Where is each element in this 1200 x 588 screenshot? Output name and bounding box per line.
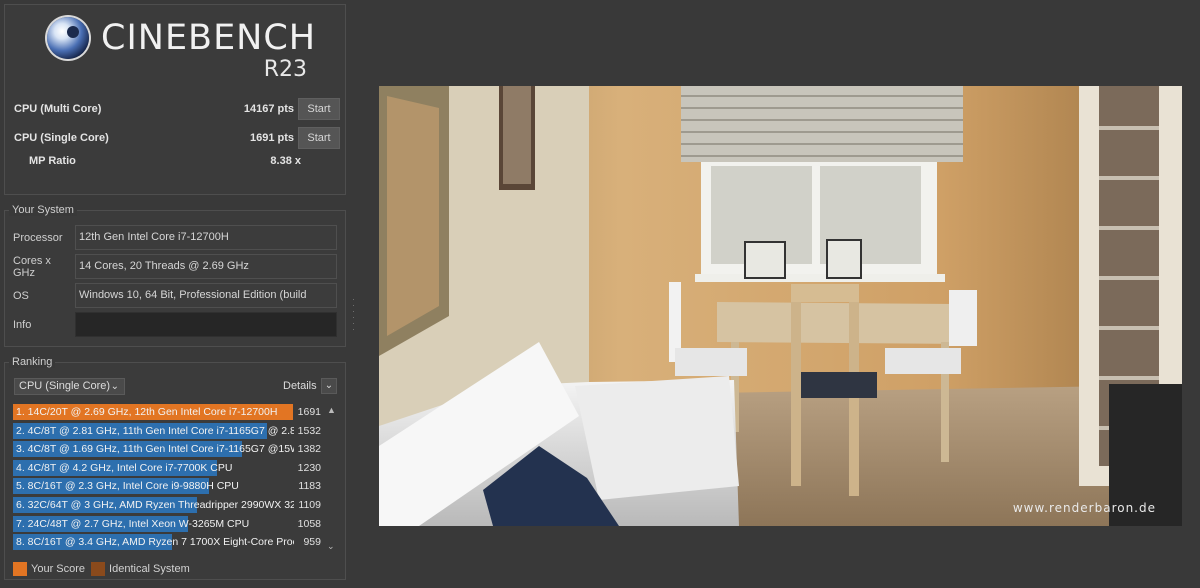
mp-ratio-row: MP Ratio 8.38 x	[29, 155, 301, 167]
cinema4d-logo-icon	[47, 17, 89, 59]
your-score-swatch	[13, 562, 27, 576]
mp-ratio-label: MP Ratio	[29, 155, 76, 167]
your-system-panel: Your System Processor 12th Gen Intel Cor…	[4, 204, 346, 347]
multi-core-label: CPU (Multi Core)	[14, 103, 102, 115]
cinebench-window: CINEBENCH R23 CPU (Multi Core) 14167 pts…	[0, 0, 1200, 588]
ranking-row-score: 1109	[298, 498, 321, 511]
single-core-label: CPU (Single Core)	[14, 132, 109, 144]
ranking-row[interactable]: 7. 24C/48T @ 2.7 GHz, Intel Xeon W-3265M…	[13, 515, 327, 534]
ranking-row-label: 4. 4C/8T @ 4.2 GHz, Intel Core i7-7700K …	[16, 461, 233, 474]
single-core-start-button[interactable]: Start	[298, 127, 340, 149]
scroll-up-icon[interactable]: ▲	[327, 405, 336, 415]
ranking-row-label: 2. 4C/8T @ 2.81 GHz, 11th Gen Intel Core…	[16, 424, 294, 437]
multi-core-row: CPU (Multi Core) 14167 pts Start	[14, 98, 340, 120]
ranking-row-score: 1691	[297, 406, 321, 418]
processor-field: 12th Gen Intel Core i7-12700H	[75, 225, 337, 250]
system-row-info: Info	[13, 312, 337, 337]
your-system-title: Your System	[9, 204, 77, 216]
details-dropdown-button[interactable]: ⌄	[321, 378, 337, 394]
ranking-row-label: 7. 24C/48T @ 2.7 GHz, Intel Xeon W-3265M…	[16, 517, 250, 530]
ranking-row[interactable]: 5. 8C/16T @ 2.3 GHz, Intel Core i9-9880H…	[13, 477, 327, 496]
system-row-cores: Cores x GHz 14 Cores, 20 Threads @ 2.69 …	[13, 254, 337, 279]
ranking-row[interactable]: 4. 4C/8T @ 4.2 GHz, Intel Core i7-7700K …	[13, 459, 327, 478]
ranking-panel: Ranking CPU (Single Core) ⌄ Details ⌄ 1.…	[4, 356, 346, 580]
ranking-row-score: 1183	[298, 480, 321, 493]
ranking-row-label: 8. 8C/16T @ 3.4 GHz, AMD Ryzen 7 1700X E…	[16, 536, 294, 549]
ranking-row[interactable]: 3. 4C/8T @ 1.69 GHz, 11th Gen Intel Core…	[13, 440, 327, 459]
ranking-row-label: 3. 4C/8T @ 1.69 GHz, 11th Gen Intel Core…	[16, 443, 294, 456]
info-input[interactable]	[75, 312, 337, 337]
panel-splitter-handle[interactable]: · · · · · ·	[352, 295, 355, 334]
system-row-processor: Processor 12th Gen Intel Core i7-12700H	[13, 225, 337, 250]
ranking-test-dropdown[interactable]: CPU (Single Core) ⌄	[14, 378, 125, 395]
system-key: Info	[13, 318, 32, 331]
system-key: OS	[13, 289, 29, 302]
system-key: Cores x GHz	[13, 254, 51, 279]
mp-ratio-value: 8.38 x	[270, 155, 301, 167]
identical-system-label: Identical System	[109, 563, 190, 575]
render-watermark: www.renderbaron.de	[1012, 501, 1156, 515]
ranking-title: Ranking	[9, 356, 56, 368]
logo: CINEBENCH	[47, 17, 316, 59]
ranking-row[interactable]: 6. 32C/64T @ 3 GHz, AMD Ryzen Threadripp…	[13, 496, 327, 515]
render-viewport: www.renderbaron.de	[379, 86, 1182, 526]
single-core-score: 1691 pts	[249, 132, 294, 144]
details-label: Details	[283, 380, 317, 392]
ranking-row-score: 1532	[297, 424, 321, 437]
ranking-row-label: 1. 14C/20T @ 2.69 GHz, 12th Gen Intel Co…	[16, 406, 278, 418]
chevron-down-icon: ⌄	[324, 380, 334, 391]
render-scene-image	[379, 86, 1182, 526]
ranking-list[interactable]: 1. 14C/20T @ 2.69 GHz, 12th Gen Intel Co…	[13, 403, 327, 552]
ranking-row-score: 959	[303, 536, 321, 549]
score-panel: CINEBENCH R23 CPU (Multi Core) 14167 pts…	[4, 4, 346, 195]
ranking-row[interactable]: 1. 14C/20T @ 2.69 GHz, 12th Gen Intel Co…	[13, 403, 327, 422]
ranking-legend: Your Score Identical System	[13, 562, 190, 576]
scroll-down-icon[interactable]: ⌄	[327, 541, 335, 552]
app-version: R23	[263, 57, 307, 82]
your-score-label: Your Score	[31, 563, 86, 575]
ranking-row[interactable]: 8. 8C/16T @ 3.4 GHz, AMD Ryzen 7 1700X E…	[13, 533, 327, 552]
single-core-row: CPU (Single Core) 1691 pts Start	[14, 127, 340, 149]
os-field: Windows 10, 64 Bit, Professional Edition…	[75, 283, 337, 324]
system-row-os: OS Windows 10, 64 Bit, Professional Edit…	[13, 283, 337, 324]
ranking-row-label: 5. 8C/16T @ 2.3 GHz, Intel Core i9-9880H…	[16, 480, 239, 493]
multi-core-score: 14167 pts	[243, 103, 294, 115]
identical-system-swatch	[91, 562, 106, 576]
ranking-row-label: 6. 32C/64T @ 3 GHz, AMD Ryzen Threadripp…	[16, 498, 294, 511]
app-name: CINEBENCH	[101, 18, 317, 58]
chevron-down-icon: ⌄	[110, 381, 119, 392]
ranking-row-score: 1382	[297, 443, 321, 456]
ranking-row[interactable]: 2. 4C/8T @ 2.81 GHz, 11th Gen Intel Core…	[13, 422, 327, 441]
system-key: Processor	[13, 231, 63, 244]
multi-core-start-button[interactable]: Start	[298, 98, 340, 120]
ranking-row-score: 1058	[297, 517, 321, 530]
ranking-selected-test: CPU (Single Core)	[19, 380, 111, 392]
cores-field: 14 Cores, 20 Threads @ 2.69 GHz	[75, 254, 337, 279]
ranking-row-score: 1230	[297, 461, 321, 474]
